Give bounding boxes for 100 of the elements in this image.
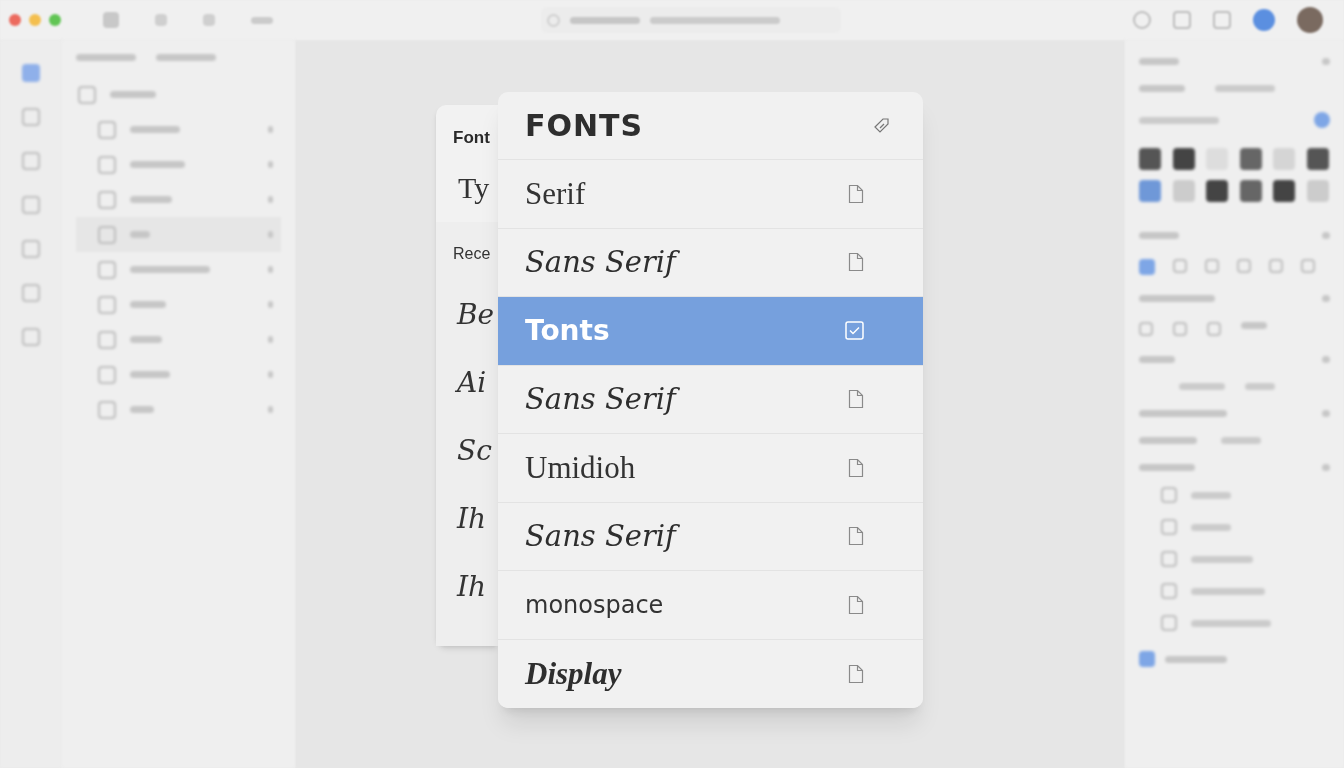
document-icon — [848, 594, 864, 615]
blurred-text — [268, 371, 273, 378]
blurred-text — [268, 266, 273, 273]
avatar[interactable] — [1297, 7, 1323, 33]
blurred-icon — [1161, 615, 1177, 631]
blurred-icon — [1139, 259, 1155, 275]
font-option[interactable]: Umidioh — [498, 434, 923, 503]
blurred-text — [1139, 437, 1197, 444]
blurred-text — [1215, 85, 1275, 92]
blurred-icon — [98, 365, 116, 384]
blurred-text — [156, 54, 216, 61]
blurred-icon — [1314, 112, 1330, 128]
tag-icon[interactable] — [873, 116, 891, 135]
blurred-icon — [98, 400, 116, 419]
document-icon — [848, 389, 864, 410]
add-icon[interactable] — [1253, 9, 1275, 31]
blurred-icon — [22, 152, 40, 170]
blurred-text — [268, 161, 273, 168]
blurred-icon — [98, 295, 116, 314]
blurred-text — [76, 54, 136, 61]
blurred-icon — [1139, 651, 1155, 667]
font-sample[interactable]: Ai — [457, 363, 498, 402]
blurred-icon — [22, 108, 40, 126]
blurred-text — [268, 126, 273, 133]
blurred-text — [268, 336, 273, 343]
blurred-text — [1139, 232, 1179, 239]
menu-title: FONTS — [525, 107, 644, 145]
blurred-text — [130, 336, 162, 343]
blurred-icon — [78, 85, 96, 104]
document-icon — [848, 526, 864, 547]
blurred-icon — [1273, 148, 1295, 170]
blurred-icon — [1161, 551, 1177, 567]
blurred-icon — [1173, 322, 1187, 336]
blurred-icon — [22, 196, 40, 214]
panel-title: Font — [453, 127, 491, 149]
font-option[interactable]: Serif — [498, 160, 923, 229]
blurred-icon — [1239, 180, 1262, 202]
blurred-icon — [1306, 180, 1329, 202]
document-icon — [848, 183, 864, 204]
blurred-icon — [22, 240, 40, 258]
blurred-icon — [1173, 11, 1191, 29]
blurred-icon — [1139, 180, 1161, 202]
blurred-text — [1139, 356, 1175, 363]
blurred-icon — [98, 155, 116, 174]
blurred-text — [268, 301, 273, 308]
blurred-icon — [1172, 148, 1195, 170]
blurred-icon — [98, 190, 116, 209]
font-option[interactable]: Sans Serif — [498, 365, 923, 434]
blurred-text — [130, 231, 150, 238]
blurred-icon — [1306, 148, 1329, 170]
blurred-text — [130, 161, 185, 168]
blurred-icon — [1139, 148, 1161, 170]
blurred-icon — [1172, 180, 1195, 202]
blurred-text — [1221, 437, 1261, 444]
blurred-text — [110, 91, 156, 98]
blurred-text — [570, 16, 640, 24]
blurred-text — [1322, 58, 1330, 65]
blurred-icon — [155, 14, 167, 26]
blurred-icon — [1133, 11, 1151, 29]
blurred-icon — [1213, 11, 1231, 29]
font-sample[interactable]: Ih — [457, 567, 498, 606]
blurred-icon — [1237, 259, 1251, 273]
blurred-text — [1322, 295, 1330, 302]
blurred-text — [1322, 410, 1330, 417]
blurred-text — [130, 126, 180, 133]
blurred-text — [1165, 655, 1227, 663]
font-sample[interactable]: Ih — [457, 499, 498, 538]
document-icon — [848, 663, 864, 684]
blurred-text — [130, 301, 166, 308]
font-sample[interactable]: Sc — [457, 431, 498, 470]
blurred-text — [1191, 555, 1253, 563]
blurred-icon — [1205, 259, 1219, 273]
blurred-text — [1322, 464, 1330, 471]
blurred-icon — [1273, 180, 1295, 202]
font-option[interactable]: Display — [498, 639, 923, 708]
document-icon — [848, 457, 864, 478]
blurred-text — [1179, 383, 1225, 390]
blurred-icon — [1161, 583, 1177, 599]
blurred-text — [1245, 383, 1275, 390]
checkbox-icon — [845, 321, 864, 341]
blurred-text — [268, 406, 273, 413]
blurred-icon — [22, 64, 40, 82]
blurred-text — [1322, 232, 1330, 239]
blurred-icon — [1139, 322, 1153, 336]
section-label: Rece — [453, 243, 492, 264]
blurred-text — [130, 196, 172, 203]
blurred-text — [130, 406, 154, 413]
blurred-text — [130, 371, 170, 378]
blurred-icon — [1269, 259, 1283, 273]
font-sample[interactable]: Be — [457, 295, 498, 334]
blurred-text — [1139, 464, 1195, 471]
blurred-text — [268, 196, 273, 203]
blurred-text — [1191, 491, 1231, 499]
blurred-text — [251, 16, 273, 24]
blurred-icon — [1161, 487, 1177, 503]
blurred-icon — [98, 120, 116, 139]
font-option[interactable]: monospace — [498, 571, 923, 640]
font-option[interactable]: Sans Serif — [498, 502, 923, 571]
blurred-icon — [22, 328, 40, 346]
font-option[interactable]: Sans Serif — [498, 228, 923, 297]
